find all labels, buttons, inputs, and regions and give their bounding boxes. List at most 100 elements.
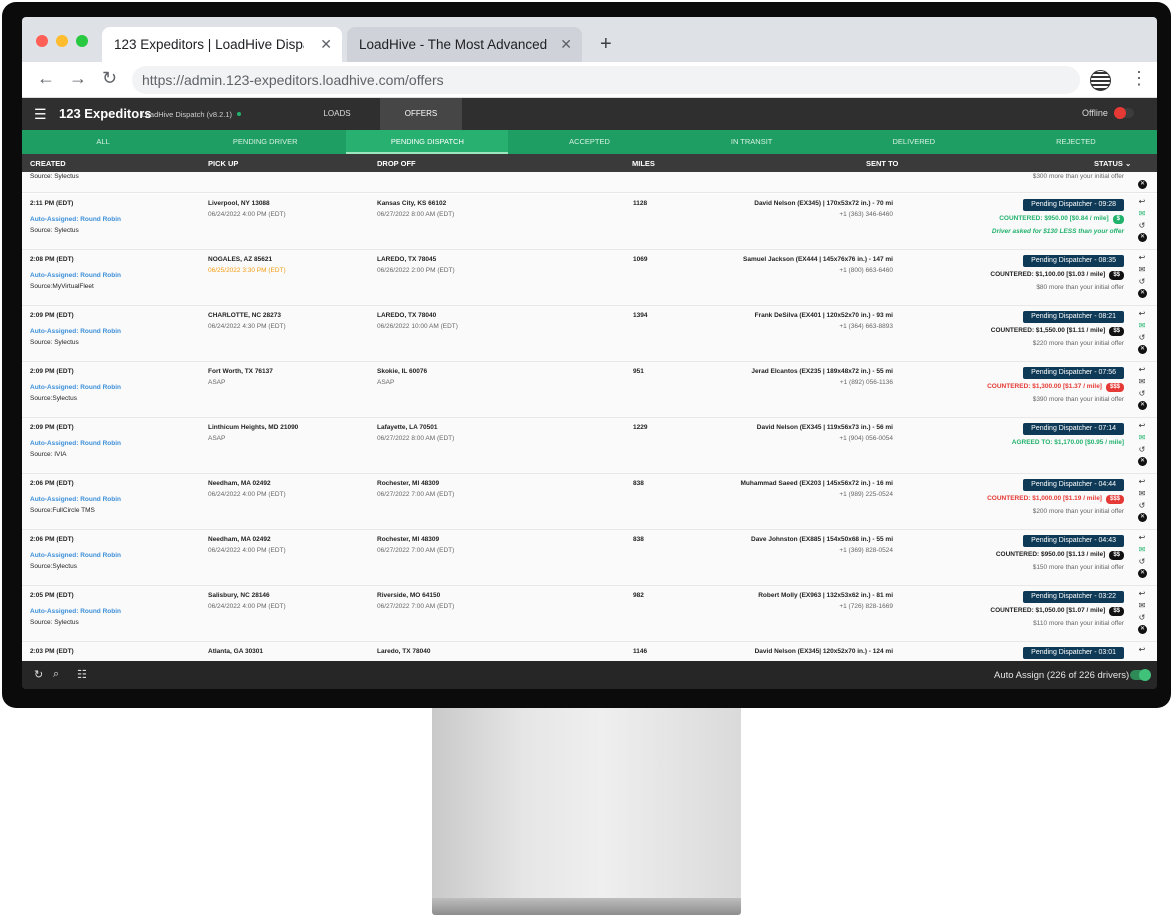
status-pill[interactable]: Pending Dispatcher - 08:21 (1023, 311, 1124, 323)
browser-menu-icon[interactable]: ⋮ (1130, 68, 1148, 89)
extension-icon[interactable] (1090, 70, 1111, 91)
history-icon[interactable]: ↺ (1137, 277, 1147, 286)
table-row[interactable]: 2:09 PM (EDT) Auto-Assigned: Round Robin S… (22, 418, 1157, 474)
row-driver[interactable]: Robert Molly (EX963 | 132x53x62 in.) - 8… (758, 592, 893, 599)
minimize-window-button[interactable] (56, 35, 68, 47)
table-row[interactable]: 2:06 PM (EDT) Auto-Assigned: Round Robin S… (22, 530, 1157, 586)
status-tab-pending-driver[interactable]: PENDING DRIVER (184, 130, 346, 154)
maximize-window-button[interactable] (76, 35, 88, 47)
mail-icon[interactable]: ✉ (1137, 209, 1147, 218)
reject-icon[interactable]: ✕ (1138, 233, 1147, 242)
history-icon[interactable]: ↺ (1137, 389, 1147, 398)
status-pill[interactable]: Pending Dispatcher - 07:14 (1023, 423, 1124, 435)
reject-icon[interactable]: ✕ (1138, 569, 1147, 578)
status-tab-accepted[interactable]: ACCEPTED (508, 130, 670, 154)
column-sent-to[interactable]: SENT TO (866, 159, 898, 168)
status-tab-rejected[interactable]: REJECTED (995, 130, 1157, 154)
browser-tab-active[interactable]: 123 Expeditors | LoadHive Dispatch ✕ (102, 27, 342, 62)
nav-tab-offers[interactable]: OFFERS (380, 98, 462, 130)
reject-icon[interactable]: ✕ (1138, 401, 1147, 410)
row-driver[interactable]: Jerad Elcantos (EX235 | 189x48x72 in.) -… (751, 368, 893, 375)
row-driver[interactable]: Samuel Jackson (EX444 | 145x76x76 in.) -… (743, 256, 893, 263)
status-pill[interactable]: Pending Dispatcher - 08:35 (1023, 255, 1124, 267)
reply-icon[interactable]: ↩ (1137, 477, 1147, 486)
forward-arrow-icon[interactable]: → (69, 68, 87, 89)
row-assigned-link[interactable]: Auto-Assigned: Round Robin (30, 384, 121, 391)
row-assigned-link[interactable]: Auto-Assigned: Round Robin (30, 608, 121, 615)
browser-tab-inactive[interactable]: LoadHive - The Most Advanced ... ✕ (347, 27, 582, 62)
table-row[interactable]: 2:06 PM (EDT) Auto-Assigned: Round Robin S… (22, 474, 1157, 530)
status-pill[interactable]: Pending Dispatcher - 04:44 (1023, 479, 1124, 491)
table-row-partial[interactable]: Source: Sylectus $300 more than your ini… (22, 172, 1157, 193)
history-icon[interactable]: ↺ (1137, 557, 1147, 566)
status-tab-delivered[interactable]: DELIVERED (833, 130, 995, 154)
row-assigned-link[interactable]: Auto-Assigned: Round Robin (30, 272, 121, 279)
reply-icon[interactable]: ↩ (1137, 645, 1147, 654)
status-tab-pending-dispatch[interactable]: PENDING DISPATCH (346, 130, 509, 154)
refresh-icon[interactable]: ↻ (34, 668, 43, 681)
offline-toggle[interactable] (1114, 107, 1134, 119)
row-driver[interactable]: Muhammad Saeed (EX203 | 145x56x72 in.) -… (741, 480, 893, 487)
history-icon[interactable]: ↺ (1137, 613, 1147, 622)
table-row[interactable]: 2:05 PM (EDT) Auto-Assigned: Round Robin S… (22, 586, 1157, 642)
status-pill[interactable]: Pending Dispatcher - 04:43 (1023, 535, 1124, 547)
status-pill[interactable]: Pending Dispatcher - 09:28 (1023, 199, 1124, 211)
reply-icon[interactable]: ↩ (1137, 589, 1147, 598)
row-assigned-link[interactable]: Auto-Assigned: Round Robin (30, 552, 121, 559)
history-icon[interactable]: ↺ (1137, 333, 1147, 342)
history-icon[interactable]: ↺ (1137, 445, 1147, 454)
reply-icon[interactable]: ↩ (1137, 309, 1147, 318)
table-row[interactable]: 2:03 PM (EDT) Atlanta, GA 30301 Laredo, TX… (22, 642, 1157, 661)
reply-icon[interactable]: ↩ (1137, 421, 1147, 430)
row-assigned-link[interactable]: Auto-Assigned: Round Robin (30, 216, 121, 223)
back-arrow-icon[interactable]: ← (37, 68, 55, 89)
reject-icon[interactable]: ✕ (1138, 180, 1147, 189)
reply-icon[interactable]: ↩ (1137, 533, 1147, 542)
reply-icon[interactable]: ↩ (1137, 197, 1147, 206)
reject-icon[interactable]: ✕ (1138, 345, 1147, 354)
reject-icon[interactable]: ✕ (1138, 625, 1147, 634)
hamburger-menu-icon[interactable]: ☰ (34, 106, 47, 123)
mail-icon[interactable]: ✉ (1137, 321, 1147, 330)
row-driver[interactable]: David Nelson (EX345| 120x52x70 in.) - 12… (755, 648, 893, 655)
url-field[interactable]: https://admin.123-expeditors.loadhive.co… (132, 66, 1080, 94)
row-driver[interactable]: David Nelson (EX345) | 170x53x72 in.) - … (754, 200, 893, 207)
mail-icon[interactable]: ✉ (1137, 265, 1147, 274)
row-assigned-link[interactable]: Auto-Assigned: Round Robin (30, 496, 121, 503)
column-pickup[interactable]: PICK UP (208, 159, 238, 168)
table-row[interactable]: 2:11 PM (EDT) Auto-Assigned: Round Robin S… (22, 194, 1157, 250)
auto-assign-toggle[interactable] (1130, 669, 1151, 681)
reply-icon[interactable]: ↩ (1137, 253, 1147, 262)
status-tab-all[interactable]: ALL (22, 130, 184, 154)
history-icon[interactable]: ↺ (1137, 221, 1147, 230)
reload-icon[interactable]: ↻ (102, 68, 117, 89)
table-row[interactable]: 2:09 PM (EDT) Auto-Assigned: Round Robin S… (22, 362, 1157, 418)
row-driver[interactable]: Dave Johnston (EX885 | 154x50x68 in.) - … (751, 536, 893, 543)
search-icon[interactable]: ⌕ (53, 668, 59, 681)
mail-icon[interactable]: ✉ (1137, 489, 1147, 498)
column-miles[interactable]: MILES (632, 159, 655, 168)
filter-sliders-icon[interactable]: ☷ (77, 668, 87, 681)
status-pill[interactable]: Pending Dispatcher - 03:01 (1023, 647, 1124, 659)
mail-icon[interactable]: ✉ (1137, 433, 1147, 442)
history-icon[interactable]: ↺ (1137, 501, 1147, 510)
column-status[interactable]: STATUS ⌄ (1094, 159, 1131, 168)
close-window-button[interactable] (36, 35, 48, 47)
table-row[interactable]: 2:09 PM (EDT) Auto-Assigned: Round Robin S… (22, 306, 1157, 362)
status-pill[interactable]: Pending Dispatcher - 07:56 (1023, 367, 1124, 379)
mail-icon[interactable]: ✉ (1137, 377, 1147, 386)
reject-icon[interactable]: ✕ (1138, 289, 1147, 298)
reject-icon[interactable]: ✕ (1138, 457, 1147, 466)
mail-icon[interactable]: ✉ (1137, 601, 1147, 610)
close-icon[interactable]: ✕ (560, 36, 572, 53)
row-assigned-link[interactable]: Auto-Assigned: Round Robin (30, 328, 121, 335)
nav-tab-loads[interactable]: LOADS (292, 98, 382, 130)
status-pill[interactable]: Pending Dispatcher - 03:22 (1023, 591, 1124, 603)
table-row[interactable]: 2:08 PM (EDT) Auto-Assigned: Round Robin S… (22, 250, 1157, 306)
column-created[interactable]: CREATED (30, 159, 66, 168)
reject-icon[interactable]: ✕ (1138, 513, 1147, 522)
mail-icon[interactable]: ✉ (1137, 545, 1147, 554)
status-tab-in-transit[interactable]: IN TRANSIT (671, 130, 833, 154)
row-assigned-link[interactable]: Auto-Assigned: Round Robin (30, 440, 121, 447)
row-driver[interactable]: David Nelson (EX345 | 119x56x73 in.) - 5… (757, 424, 893, 431)
